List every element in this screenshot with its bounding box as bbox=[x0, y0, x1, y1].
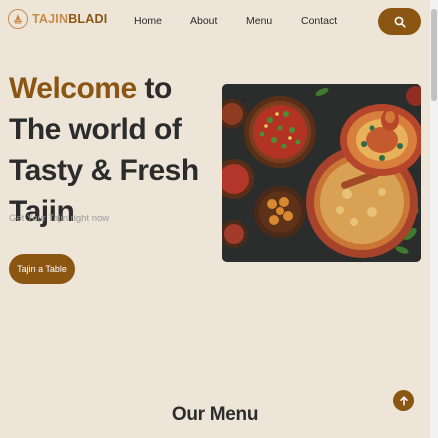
brand-name-part2: BLADI bbox=[68, 12, 108, 26]
search-icon bbox=[394, 16, 406, 28]
tajine-pot-icon bbox=[8, 9, 28, 29]
brand-name: TAJINBLADI bbox=[32, 12, 107, 26]
nav-about-link[interactable]: About bbox=[190, 15, 217, 27]
arrow-up-icon bbox=[399, 395, 408, 406]
scroll-top-button[interactable] bbox=[393, 390, 414, 411]
brand-logo[interactable]: TAJINBLADI bbox=[8, 9, 107, 29]
nav-menu-link[interactable]: Menu bbox=[246, 15, 272, 27]
page: TAJINBLADI Home About Menu Contact Welco… bbox=[0, 0, 430, 438]
tajin-a-table-button[interactable]: Tajin a Table bbox=[9, 254, 75, 284]
scrollbar-thumb[interactable] bbox=[431, 9, 437, 101]
page-scrollbar[interactable] bbox=[430, 0, 438, 438]
hero-title-accent: Welcome bbox=[9, 72, 137, 105]
hero-subtitle: Get Your Tajin right now bbox=[9, 213, 110, 224]
hero-food-image bbox=[222, 84, 421, 262]
nav-contact-link[interactable]: Contact bbox=[301, 15, 337, 27]
our-menu-heading: Our Menu bbox=[171, 404, 259, 425]
hero-title: Welcome to The world of Tasty & Fresh Ta… bbox=[9, 68, 219, 232]
search-button[interactable] bbox=[378, 8, 421, 35]
brand-name-part1: TAJIN bbox=[32, 12, 69, 26]
nav-home-link[interactable]: Home bbox=[134, 15, 162, 27]
